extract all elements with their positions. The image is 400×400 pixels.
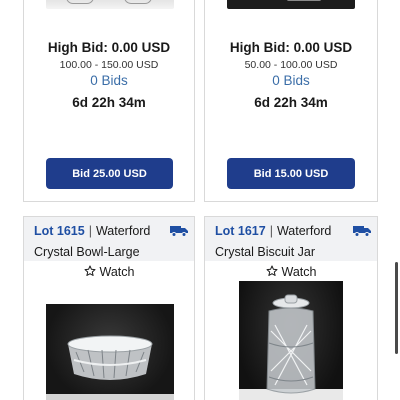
lot-photo[interactable] <box>239 281 343 400</box>
lot-card: Lot 1617 | Waterford Crystal Biscuit Jar W… <box>204 216 378 400</box>
lot-image[interactable] <box>46 0 174 9</box>
lot-title[interactable]: Crystal Biscuit Jar <box>215 245 315 259</box>
lot-separator: | <box>88 224 92 238</box>
auction-lot-grid: High Bid: 0.00 USD 100.00 - 150.00 USD 0… <box>0 0 400 400</box>
lot-line: Lot 1615 | Waterford <box>34 224 150 238</box>
bid-count[interactable]: 0 Bids <box>24 73 194 88</box>
lot-brand: Waterford <box>95 224 151 238</box>
truck-icon[interactable] <box>353 225 371 237</box>
estimate-range: 50.00 - 100.00 USD <box>244 59 338 71</box>
bid-button[interactable]: Bid 15.00 USD <box>227 158 355 189</box>
bid-button[interactable]: Bid 25.00 USD <box>46 158 173 189</box>
lot-photo[interactable] <box>46 304 174 400</box>
star-icon <box>84 265 96 276</box>
watch-button[interactable]: Watch <box>205 265 377 279</box>
lot-card: High Bid: 0.00 USD 50.00 - 100.00 USD 0 … <box>204 0 378 202</box>
high-bid: High Bid: 0.00 USD <box>229 40 353 55</box>
high-bid: High Bid: 0.00 USD <box>47 40 171 55</box>
lot-card: High Bid: 0.00 USD 100.00 - 150.00 USD 0… <box>23 0 195 202</box>
lot-header: Lot 1617 | Waterford Crystal Biscuit Jar <box>205 217 377 261</box>
star-icon <box>266 265 278 276</box>
bid-count[interactable]: 0 Bids <box>205 73 377 88</box>
watch-button[interactable]: Watch <box>24 265 194 279</box>
lot-separator: | <box>269 224 273 238</box>
lot-card: Lot 1615 | Waterford Crystal Bowl-Large Wa… <box>23 216 195 400</box>
lot-header: Lot 1615 | Waterford Crystal Bowl-Large <box>24 217 194 261</box>
lot-brand: Waterford <box>276 224 332 238</box>
scrollbar[interactable] <box>395 262 398 354</box>
watch-label: Watch <box>281 265 317 279</box>
time-remaining: 6d 22h 34m <box>254 95 328 110</box>
watch-label: Watch <box>99 265 135 279</box>
lot-number-link[interactable]: Lot 1615 <box>34 224 85 238</box>
truck-icon[interactable] <box>170 225 188 237</box>
estimate-range: 100.00 - 150.00 USD <box>59 59 159 71</box>
lot-image[interactable] <box>227 0 355 9</box>
lot-title[interactable]: Crystal Bowl-Large <box>34 245 140 259</box>
lot-line: Lot 1617 | Waterford <box>215 224 331 238</box>
time-remaining: 6d 22h 34m <box>72 95 146 110</box>
lot-number-link[interactable]: Lot 1617 <box>215 224 266 238</box>
